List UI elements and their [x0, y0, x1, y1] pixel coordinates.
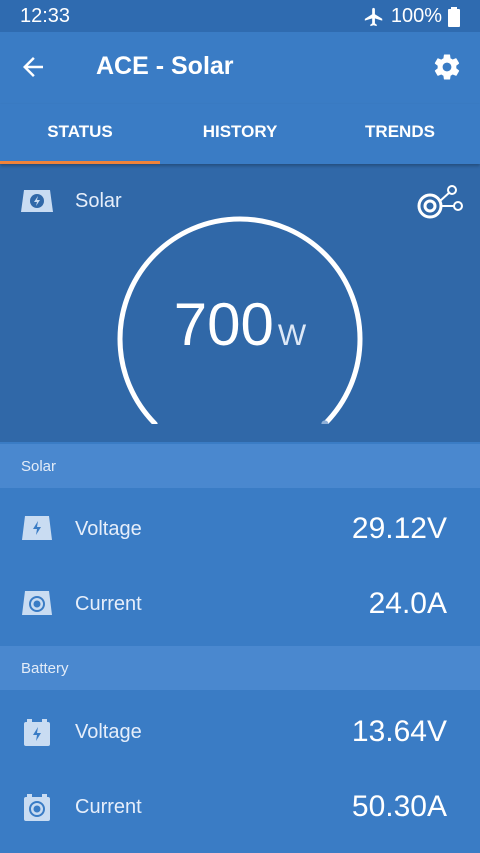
connection-icon[interactable] — [416, 184, 464, 224]
power-readout: 700 W — [0, 290, 480, 359]
tab-trends[interactable]: TRENDS — [320, 104, 480, 164]
tab-status[interactable]: STATUS — [0, 104, 160, 164]
battery-percent: 100% — [390, 5, 442, 27]
airplane-icon — [364, 7, 383, 26]
list-item: Voltage 29.12V — [0, 493, 480, 568]
battery-current-icon — [24, 794, 50, 821]
tab-history[interactable]: HISTORY — [160, 104, 320, 164]
solar-panel-icon — [21, 190, 53, 212]
section-title: Solar — [21, 458, 57, 475]
list-item: Current 24.0A — [0, 568, 480, 643]
row-value: 13.64V — [351, 715, 447, 748]
voltage-icon — [22, 516, 52, 540]
status-right: 100% — [363, 5, 460, 28]
battery-icon — [448, 6, 460, 27]
section-header-battery: Battery — [0, 646, 480, 690]
status-time: 12:33 — [20, 5, 71, 27]
current-icon — [22, 591, 52, 615]
status-bar: 12:33 100% — [0, 0, 480, 32]
row-label: Voltage — [75, 518, 142, 540]
power-value: 700 — [173, 291, 274, 358]
gear-icon[interactable] — [432, 52, 462, 82]
row-value: 29.12V — [351, 512, 447, 545]
tab-indicator — [0, 161, 160, 164]
list-item: Voltage 13.64V — [0, 696, 480, 771]
section-title: Battery — [21, 660, 69, 677]
battery-voltage-icon — [24, 719, 50, 746]
row-label: Voltage — [75, 721, 142, 743]
section-header-solar: Solar — [0, 444, 480, 488]
row-label: Current — [75, 796, 142, 818]
row-value: 50.30A — [351, 790, 447, 823]
power-unit: W — [277, 319, 307, 352]
tab-bar: STATUS HISTORY TRENDS — [0, 104, 480, 164]
page-title: ACE - Solar — [96, 52, 234, 80]
list-item: Current 50.30A — [0, 771, 480, 846]
row-value: 24.0A — [368, 587, 447, 620]
solar-power-card: Solar 700 W — [0, 164, 480, 442]
app-bar: ACE - Solar — [0, 32, 480, 104]
row-label: Current — [75, 593, 142, 615]
back-arrow-icon[interactable] — [18, 52, 48, 82]
